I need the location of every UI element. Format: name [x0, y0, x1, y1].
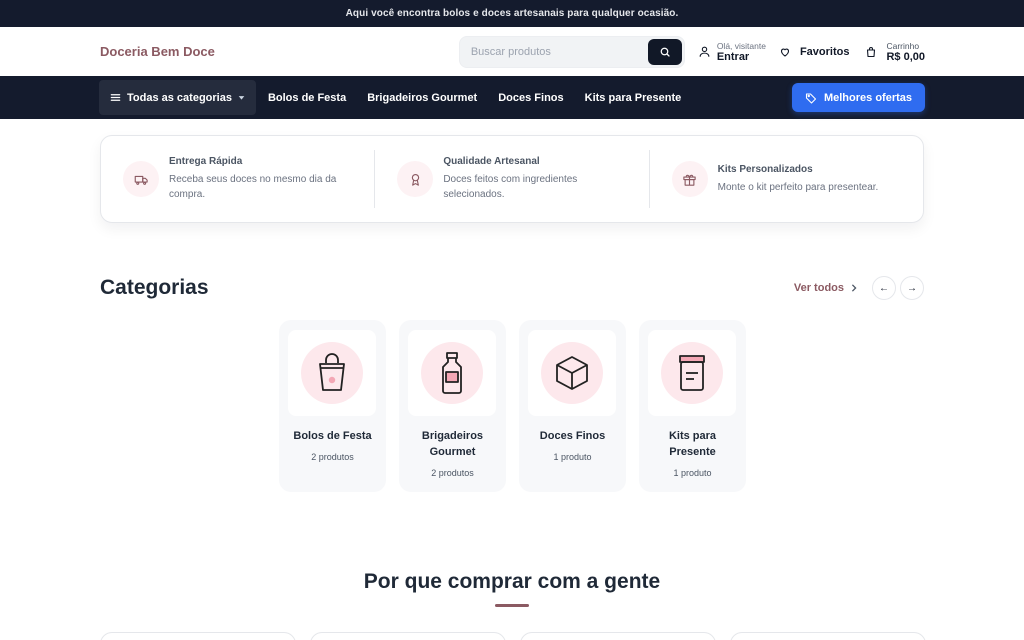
- category-name: Bolos de Festa: [293, 430, 372, 442]
- category-name: Kits para Presente: [668, 430, 717, 458]
- category-name: Doces Finos: [539, 430, 606, 442]
- bag-icon: [319, 353, 345, 391]
- all-categories-button[interactable]: Todas as categorias: [99, 80, 256, 115]
- search-input[interactable]: [470, 45, 641, 58]
- carousel-next-button[interactable]: →: [900, 276, 924, 300]
- all-categories-label: Todas as categorias: [127, 91, 232, 104]
- gift-icon: [683, 174, 696, 186]
- features-panel: Entrega Rápida Receba seus doces no mesm…: [100, 135, 924, 223]
- why-card: [100, 632, 296, 640]
- favorites-label: Favoritos: [799, 45, 850, 58]
- header: Doceria Bem Doce Olá, visitante Entrar F…: [0, 27, 1024, 76]
- favorites-link[interactable]: Favoritos: [779, 45, 850, 58]
- shopping-bag-icon: [867, 46, 876, 57]
- nav-link-doces-finos[interactable]: Doces Finos: [498, 92, 563, 104]
- login-label: Entrar: [716, 50, 750, 63]
- feature-desc: Monte o kit perfeito para presentear.: [717, 181, 879, 193]
- account-greeting: Olá, visitante: [716, 40, 766, 51]
- category-count: 1 produto: [553, 452, 592, 462]
- category-card-kits[interactable]: Kits para Presente 1 produto: [639, 320, 746, 492]
- feature-custom-kits: Kits Personalizados Monte o kit perfeito…: [648, 150, 923, 208]
- carousel-prev-button[interactable]: ←: [872, 276, 896, 300]
- search-box: [458, 35, 685, 68]
- award-icon: [411, 173, 420, 186]
- nav-link-kits[interactable]: Kits para Presente: [585, 92, 682, 104]
- chevron-right-icon: [851, 284, 857, 292]
- see-all-label: Ver todos: [793, 282, 844, 294]
- main-nav: Todas as categorias Bolos de Festa Briga…: [0, 76, 1024, 119]
- why-cards: [100, 632, 926, 640]
- cart-link[interactable]: Carrinho R$ 0,00: [865, 41, 925, 63]
- why-card: [310, 632, 506, 640]
- announcement-text: Aqui você encontra bolos e doces artesan…: [345, 8, 679, 19]
- nav-link-brigadeiros[interactable]: Brigadeiros Gourmet: [367, 92, 477, 104]
- truck-icon: [134, 175, 148, 185]
- arrow-right-icon: →: [907, 282, 917, 294]
- title-underline: [495, 604, 529, 607]
- heart-icon: [780, 48, 790, 57]
- search-button[interactable]: [647, 38, 682, 65]
- categories-header: Categorias Ver todos ← →: [100, 276, 924, 300]
- category-card-brigadeiros[interactable]: Brigadeiros Gourmet 2 produtos: [399, 320, 506, 492]
- nav-link-bolos[interactable]: Bolos de Festa: [268, 92, 346, 104]
- announcement-bar: Aqui você encontra bolos e doces artesan…: [0, 0, 1024, 27]
- caret-down-icon: [238, 96, 245, 100]
- user-icon: [699, 46, 710, 57]
- category-count: 1 produto: [673, 468, 712, 478]
- cart-total: R$ 0,00: [886, 50, 925, 63]
- menu-icon: [110, 94, 121, 101]
- feature-fast-delivery: Entrega Rápida Receba seus doces no mesm…: [101, 150, 374, 208]
- feature-desc: Doces feitos com ingredientes selecionad…: [443, 174, 578, 200]
- feature-title: Entrega Rápida: [169, 156, 243, 167]
- feature-desc: Receba seus doces no mesmo dia da compra…: [169, 174, 337, 200]
- why-card: [520, 632, 716, 640]
- logo[interactable]: Doceria Bem Doce: [100, 44, 215, 59]
- category-card-bolos[interactable]: Bolos de Festa 2 produtos: [279, 320, 386, 492]
- feature-quality: Qualidade Artesanal Doces feitos com ing…: [374, 150, 648, 208]
- why-card: [730, 632, 926, 640]
- box-icon: [556, 356, 588, 390]
- why-section: Por que comprar com a gente: [0, 570, 1024, 607]
- category-cards: Bolos de Festa 2 produtos Brigadeiros Go…: [279, 320, 746, 492]
- why-title: Por que comprar com a gente: [363, 570, 661, 593]
- category-count: 2 produtos: [311, 452, 354, 462]
- see-all-link[interactable]: Ver todos: [794, 282, 858, 294]
- section-title: Categorias: [100, 276, 209, 299]
- arrow-left-icon: ←: [879, 282, 889, 294]
- category-count: 2 produtos: [431, 468, 474, 478]
- account-link[interactable]: Olá, visitante Entrar: [698, 41, 766, 63]
- category-name: Brigadeiros Gourmet: [421, 430, 484, 458]
- tag-icon: [805, 92, 817, 104]
- feature-title: Qualidade Artesanal: [443, 156, 540, 167]
- cart-label: Carrinho: [886, 40, 920, 51]
- jar-icon: [679, 355, 705, 391]
- category-card-doces-finos[interactable]: Doces Finos 1 produto: [519, 320, 626, 492]
- bottle-icon: [442, 352, 462, 394]
- feature-title: Kits Personalizados: [717, 163, 813, 175]
- search-icon: [660, 47, 670, 57]
- best-offers-label: Melhores ofertas: [823, 91, 912, 104]
- best-offers-button[interactable]: Melhores ofertas: [791, 83, 925, 112]
